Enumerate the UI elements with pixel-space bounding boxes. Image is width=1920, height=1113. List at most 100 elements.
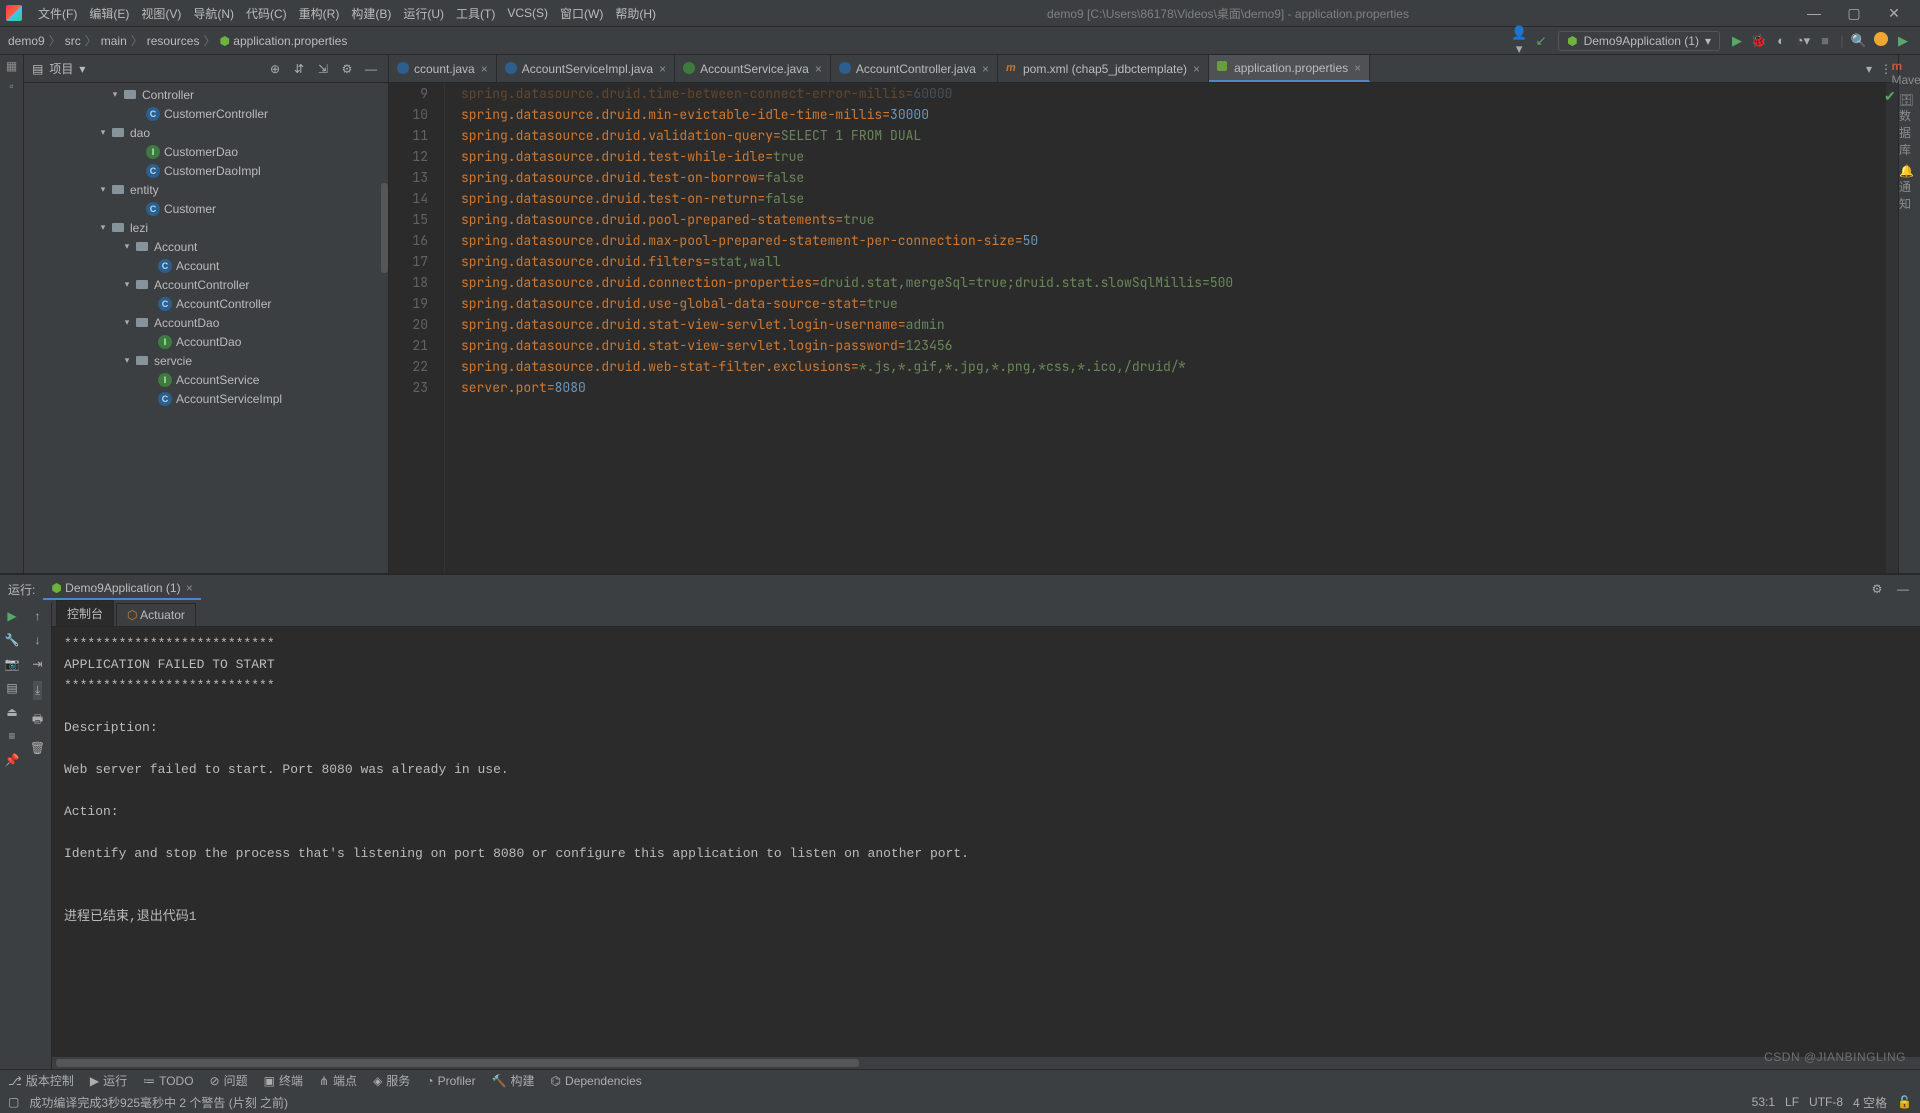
status-tool-icon[interactable]: ▢: [8, 1095, 19, 1109]
chevron-down-icon[interactable]: ▾: [1866, 62, 1872, 76]
scrollbar[interactable]: [381, 183, 388, 273]
tree-item[interactable]: ▾ entity: [24, 180, 388, 199]
lock-icon[interactable]: 🔓: [1897, 1095, 1912, 1109]
vcs-update-icon[interactable]: ↙: [1530, 33, 1552, 49]
tree-arrow-icon[interactable]: ▾: [120, 241, 134, 252]
tree-item[interactable]: ▾ AccountController: [24, 275, 388, 294]
tree-item[interactable]: CAccountServiceImpl: [24, 389, 388, 408]
console-output[interactable]: *************************** APPLICATION …: [52, 627, 1920, 1057]
notifications-tool[interactable]: 🔔 通知: [1899, 164, 1920, 212]
breadcrumb[interactable]: demo9〉src〉main〉resources〉⬢ application.p…: [6, 32, 349, 49]
collapse-all-icon[interactable]: ⇲: [314, 62, 332, 76]
commit-tool-icon[interactable]: ▫: [9, 79, 13, 93]
code-editor[interactable]: spring.datasource.druid.time-between-con…: [445, 83, 1886, 573]
search-icon[interactable]: 🔍: [1848, 33, 1870, 49]
scroll-end-icon[interactable]: ⤓: [33, 681, 42, 700]
tree-item[interactable]: ▾ servcie: [24, 351, 388, 370]
tool-deps[interactable]: ⌬ Dependencies: [551, 1074, 642, 1088]
tree-item[interactable]: IAccountService: [24, 370, 388, 389]
wrench-icon[interactable]: 🔧: [5, 633, 20, 647]
inspection-ok-icon[interactable]: ✔: [1884, 87, 1898, 108]
close-tab-icon[interactable]: ×: [1193, 62, 1200, 76]
tree-item[interactable]: IAccountDao: [24, 332, 388, 351]
encoding[interactable]: UTF-8: [1809, 1095, 1843, 1109]
stack-icon[interactable]: ≡: [8, 729, 15, 743]
expand-all-icon[interactable]: ⇵: [290, 62, 308, 76]
editor-tab[interactable]: ccount.java×: [389, 55, 497, 82]
menu-nav[interactable]: 导航(N): [187, 2, 240, 25]
tool-services[interactable]: ◈ 服务: [373, 1072, 410, 1089]
close-button[interactable]: ✕: [1874, 5, 1914, 22]
maximize-button[interactable]: ▢: [1834, 5, 1874, 22]
editor-tab[interactable]: application.properties×: [1209, 55, 1370, 82]
tool-problems[interactable]: ⊘ 问题: [210, 1072, 248, 1089]
tree-item[interactable]: CCustomerDaoImpl: [24, 161, 388, 180]
close-tab-icon[interactable]: ×: [1354, 61, 1361, 75]
minimize-button[interactable]: —: [1794, 5, 1834, 21]
layout-icon[interactable]: ▤: [6, 681, 17, 695]
stop-button[interactable]: ■: [1814, 33, 1836, 48]
menu-build[interactable]: 构建(B): [345, 2, 397, 25]
menu-help[interactable]: 帮助(H): [609, 2, 662, 25]
breadcrumb-item[interactable]: resources: [147, 34, 200, 48]
tree-arrow-icon[interactable]: ▾: [96, 222, 110, 233]
pin-icon[interactable]: 📌: [5, 753, 20, 767]
indent[interactable]: 4 空格: [1853, 1094, 1887, 1111]
gear-icon[interactable]: ⚙: [338, 62, 356, 76]
editor-tab[interactable]: mpom.xml (chap5_jdbctemplate)×: [998, 55, 1209, 82]
menu-vcs[interactable]: VCS(S): [501, 3, 554, 23]
line-sep[interactable]: LF: [1785, 1095, 1799, 1109]
breadcrumb-item[interactable]: main: [101, 34, 127, 48]
clear-icon[interactable]: 🗑: [30, 741, 45, 755]
tree-item[interactable]: ▾ Controller: [24, 85, 388, 104]
more-icon[interactable]: ⋮: [1880, 62, 1892, 76]
rerun-button[interactable]: ▶: [7, 609, 16, 623]
settings-icon[interactable]: [1870, 32, 1892, 49]
tree-item[interactable]: CAccountController: [24, 294, 388, 313]
tree-item[interactable]: ICustomerDao: [24, 142, 388, 161]
breadcrumb-item[interactable]: src: [65, 34, 81, 48]
hide-panel-icon[interactable]: —: [362, 62, 380, 76]
up-icon[interactable]: ↑: [35, 609, 41, 623]
print-icon[interactable]: 🖶: [32, 710, 43, 731]
profile-button[interactable]: ◔▾: [1792, 33, 1814, 49]
tree-item[interactable]: CAccount: [24, 256, 388, 275]
tree-arrow-icon[interactable]: ▾: [120, 317, 134, 328]
wrap-icon[interactable]: ⇥: [32, 657, 42, 671]
run-config-selector[interactable]: ⬢ Demo9Application (1) ▾: [1558, 31, 1720, 51]
tool-endpoints[interactable]: ⋔ 端点: [319, 1072, 357, 1089]
close-tab-icon[interactable]: ×: [815, 62, 822, 76]
tool-run[interactable]: ▶ 运行: [90, 1072, 127, 1089]
breadcrumb-item[interactable]: ⬢ application.properties: [219, 34, 347, 48]
database-tool[interactable]: 🗄 数据库: [1899, 93, 1920, 158]
tree-arrow-icon[interactable]: ▾: [120, 279, 134, 290]
run-active-config[interactable]: ⬢ Demo9Application (1) ×: [43, 578, 201, 600]
tree-item[interactable]: CCustomerController: [24, 104, 388, 123]
project-tree[interactable]: ▾ Controller CCustomerController ▾ dao I…: [24, 83, 388, 573]
debug-button[interactable]: 🐞: [1748, 33, 1770, 49]
tree-item[interactable]: ▾ dao: [24, 123, 388, 142]
editor-tab[interactable]: AccountController.java×: [831, 55, 998, 82]
editor-tab[interactable]: AccountService.java×: [675, 55, 831, 82]
tree-item[interactable]: ▾ lezi: [24, 218, 388, 237]
breadcrumb-item[interactable]: demo9: [8, 34, 45, 48]
menu-view[interactable]: 视图(V): [135, 2, 187, 25]
close-tab-icon[interactable]: ×: [982, 62, 989, 76]
tree-item[interactable]: ▾ Account: [24, 237, 388, 256]
close-tab-icon[interactable]: ×: [481, 62, 488, 76]
tree-item[interactable]: CCustomer: [24, 199, 388, 218]
menu-edit[interactable]: 编辑(E): [83, 2, 135, 25]
chevron-down-icon[interactable]: ▾: [79, 62, 85, 76]
gear-icon[interactable]: ⚙: [1868, 582, 1886, 596]
user-icon[interactable]: 👤▾: [1508, 25, 1530, 57]
project-tool-icon[interactable]: ▦: [6, 59, 17, 73]
console-tab[interactable]: 控制台: [56, 600, 114, 626]
exit-icon[interactable]: ⏏: [6, 705, 17, 719]
caret-position[interactable]: 53:1: [1752, 1095, 1775, 1109]
menu-tools[interactable]: 工具(T): [450, 2, 501, 25]
menu-run[interactable]: 运行(U): [397, 2, 450, 25]
tree-arrow-icon[interactable]: ▾: [120, 355, 134, 366]
menu-window[interactable]: 窗口(W): [554, 2, 609, 25]
tool-terminal[interactable]: ▣ 终端: [264, 1072, 303, 1089]
coverage-button[interactable]: ◐: [1770, 33, 1792, 48]
